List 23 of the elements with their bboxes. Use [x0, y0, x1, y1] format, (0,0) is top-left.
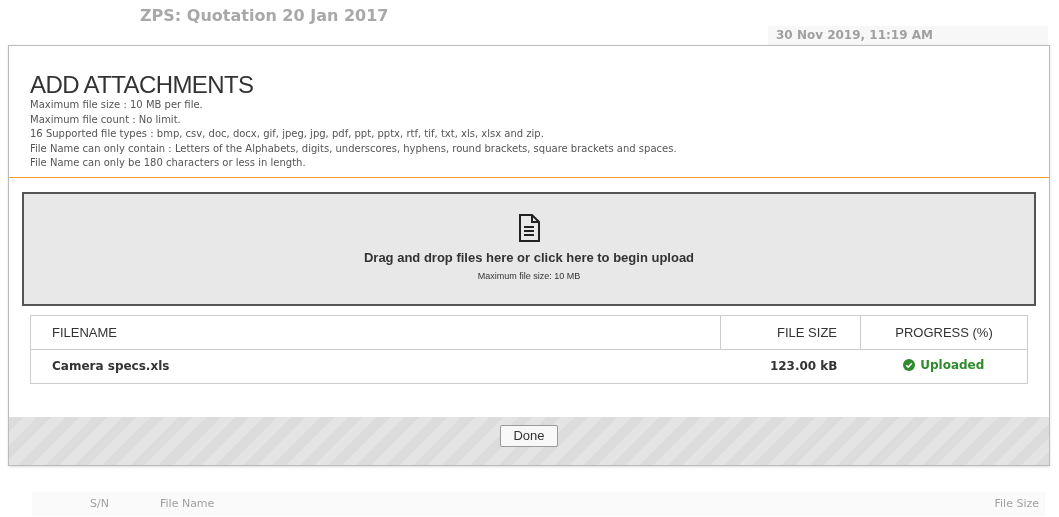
table-cell: Camera specs.xls [30, 349, 721, 384]
dialog-title: ADD ATTACHMENTS [30, 72, 255, 98]
check-circle-icon [903, 359, 916, 372]
rule-text: File Name can only be 180 characters or less in length. [30, 156, 307, 171]
status-label: Uploaded [903, 356, 985, 375]
column-header: File Name [160, 497, 216, 511]
document-icon [518, 214, 540, 243]
table-cell: 123.00 kB [720, 349, 861, 384]
page-title: ZPS: Quotation 20 Jan 2017 [140, 5, 389, 27]
drop-zone-text: Drag and drop files here or click here to begin upload [363, 249, 695, 268]
column-header: S/N [90, 497, 110, 511]
drop-zone-hint: Maximum file size: 10 MB [477, 269, 581, 283]
column-header: FILE SIZE [720, 315, 861, 350]
date-text: 30 Nov 2019, 11:19 AM [768, 26, 1048, 48]
rule-text: Maximum file count : No limit. [30, 112, 182, 127]
rule-text: 16 Supported file types : bmp, csv, doc, docx, gif, jpeg, jpg, pdf, ppt, pptx, rtf, tif, txt, xls, xlsx and zip. [30, 127, 545, 142]
rule-text: File Name can only contain : Letters of the Alphabets, digits, underscores, hyphens, round brackets, square brackets and spaces. [30, 141, 678, 156]
drop-zone[interactable]: Drag and drop files here or click here to begin upload Maximum file size: 10 MB [22, 191, 1036, 306]
rule-text: Maximum file size : 10 MB per file. [30, 98, 204, 112]
done-button[interactable]: Done [500, 425, 558, 447]
column-header: FILENAME [30, 315, 721, 350]
column-header: PROGRESS (%) [860, 315, 1028, 350]
column-header: File Size [994, 497, 1039, 511]
